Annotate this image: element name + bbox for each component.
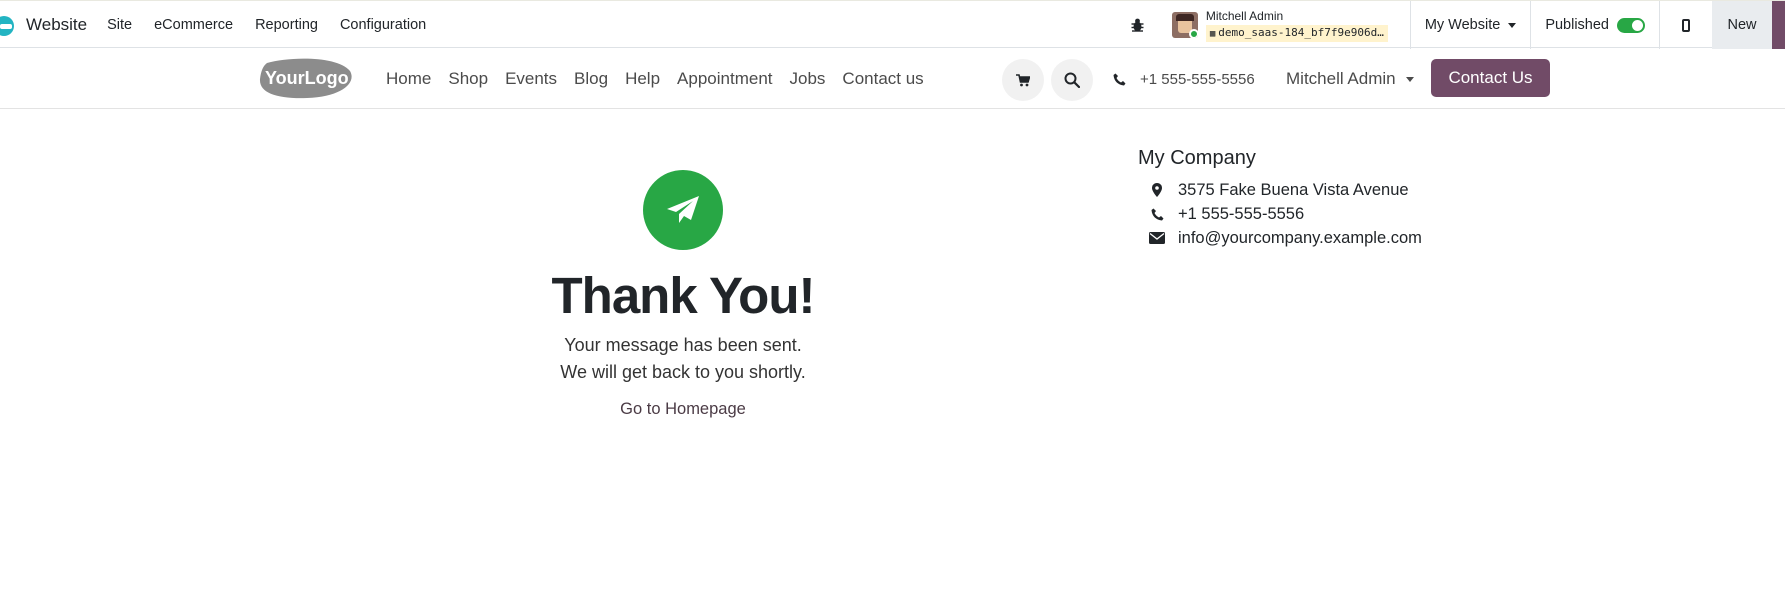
paper-plane-badge bbox=[643, 170, 723, 250]
company-phone: +1 555-555-5556 bbox=[1178, 204, 1305, 223]
contact-us-button[interactable]: Contact Us bbox=[1431, 59, 1550, 97]
envelope-icon bbox=[1148, 232, 1166, 244]
menu-reporting[interactable]: Reporting bbox=[255, 17, 318, 33]
odoo-admin-navbar: Website Site eCommerce Reporting Configu… bbox=[0, 0, 1785, 49]
mobile-preview-button[interactable] bbox=[1660, 1, 1712, 49]
company-email[interactable]: info@yourcompany.example.com bbox=[1178, 229, 1422, 248]
thank-you-section: Thank You! Your message has been sent. W… bbox=[480, 170, 886, 419]
paper-plane-icon bbox=[667, 196, 699, 223]
mobile-icon bbox=[1682, 18, 1690, 32]
nav-contact-us[interactable]: Contact us bbox=[842, 69, 923, 89]
published-label: Published bbox=[1545, 17, 1609, 33]
user-menu[interactable]: Mitchell Admin ▦ demo_saas-184_bf7f9e906d… bbox=[1171, 1, 1411, 49]
cart-button[interactable] bbox=[1002, 59, 1044, 101]
company-name: My Company bbox=[1138, 147, 1256, 169]
site-user-name: Mitchell Admin bbox=[1286, 69, 1396, 88]
new-button[interactable]: New bbox=[1712, 1, 1772, 49]
database-name: ▦ demo_saas-184_bf7f9e906d… bbox=[1205, 24, 1388, 42]
map-marker-icon bbox=[1148, 183, 1166, 197]
nav-blog[interactable]: Blog bbox=[574, 69, 608, 89]
edit-panel-edge[interactable] bbox=[1772, 1, 1785, 49]
cart-icon bbox=[1016, 73, 1030, 86]
chevron-down-icon bbox=[1508, 22, 1517, 28]
navbar-left: Website Site eCommerce Reporting Configu… bbox=[0, 1, 448, 49]
menu-site[interactable]: Site bbox=[107, 17, 132, 33]
company-phone-row: +1 555-555-5556 bbox=[1138, 202, 1422, 226]
svg-text:YourLogo: YourLogo bbox=[265, 68, 349, 88]
bug-icon[interactable] bbox=[1130, 17, 1146, 33]
user-avatar bbox=[1171, 12, 1198, 38]
company-address-row: 3575 Fake Buena Vista Avenue bbox=[1138, 178, 1422, 202]
nav-help[interactable]: Help bbox=[625, 69, 660, 89]
header-phone[interactable]: +1 555-555-5556 bbox=[1113, 49, 1255, 109]
website-selector[interactable]: My Website bbox=[1411, 1, 1532, 49]
nav-appointment[interactable]: Appointment bbox=[677, 69, 772, 89]
phone-icon bbox=[1113, 73, 1126, 85]
nav-jobs[interactable]: Jobs bbox=[790, 69, 826, 89]
site-user-menu[interactable]: Mitchell Admin bbox=[1286, 49, 1414, 109]
site-nav: Home Shop Events Blog Help Appointment J… bbox=[386, 49, 941, 109]
header-phone-number: +1 555-555-5556 bbox=[1140, 70, 1255, 88]
website-app-icon[interactable] bbox=[0, 13, 18, 37]
company-email-row: info@yourcompany.example.com bbox=[1138, 226, 1422, 250]
database-icon: ▦ bbox=[1209, 28, 1216, 39]
published-toggle-group: Published bbox=[1531, 1, 1660, 49]
go-to-homepage-link[interactable]: Go to Homepage bbox=[620, 400, 746, 419]
app-name[interactable]: Website bbox=[26, 15, 87, 35]
nav-home[interactable]: Home bbox=[386, 69, 431, 89]
search-icon bbox=[1064, 72, 1080, 88]
search-button[interactable] bbox=[1051, 59, 1093, 101]
nav-shop[interactable]: Shop bbox=[448, 69, 488, 89]
thank-you-line-2: We will get back to you shortly. bbox=[560, 362, 806, 382]
company-address: 3575 Fake Buena Vista Avenue bbox=[1178, 180, 1409, 199]
website-header: YourLogo Home Shop Events Blog Help Appo… bbox=[0, 49, 1785, 109]
menu-ecommerce[interactable]: eCommerce bbox=[154, 17, 233, 33]
phone-icon bbox=[1148, 208, 1166, 221]
user-name: Mitchell Admin bbox=[1205, 8, 1284, 23]
company-info: My Company 3575 Fake Buena Vista Avenue … bbox=[1138, 147, 1422, 250]
website-selector-label: My Website bbox=[1424, 17, 1501, 33]
nav-events[interactable]: Events bbox=[505, 69, 557, 89]
thank-you-title: Thank You! bbox=[551, 267, 816, 324]
navbar-right: Mitchell Admin ▦ demo_saas-184_bf7f9e906d… bbox=[1130, 1, 1785, 49]
chevron-down-icon bbox=[1405, 76, 1414, 82]
site-logo[interactable]: YourLogo bbox=[257, 57, 354, 99]
thank-you-line-1: Your message has been sent. bbox=[564, 335, 802, 355]
online-status-icon bbox=[1188, 29, 1198, 38]
menu-configuration[interactable]: Configuration bbox=[340, 17, 426, 33]
published-toggle[interactable] bbox=[1617, 17, 1645, 33]
